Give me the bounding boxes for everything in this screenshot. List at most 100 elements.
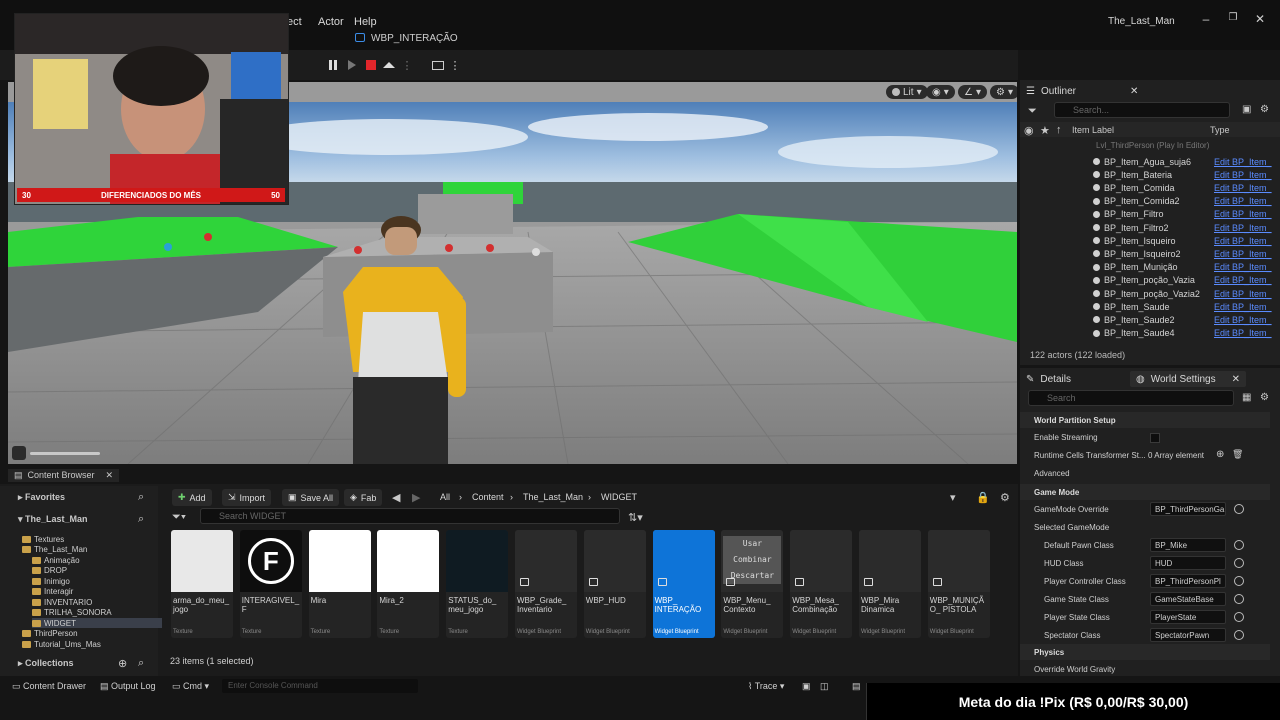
search-icon[interactable]: ⌕ — [138, 513, 144, 526]
minimize-icon[interactable]: – — [1198, 12, 1214, 26]
level-row[interactable]: Lvl_ThirdPerson (Play In Editor) — [1096, 141, 1209, 150]
gamemode-override-select[interactable]: BP_ThirdPersonGa — [1150, 502, 1226, 516]
asset-tile[interactable]: WBP_Grade_ Inventario Widget Blueprint — [515, 530, 577, 638]
menu-item-help[interactable]: Help — [354, 16, 377, 28]
content-drawer-button[interactable]: ▭ Content Drawer — [12, 681, 86, 692]
prop-select[interactable]: BP_Mike — [1150, 538, 1226, 552]
browse-icon[interactable] — [1234, 540, 1244, 550]
back-icon[interactable]: ◀ — [392, 491, 400, 504]
prop-select[interactable]: BP_ThirdPersonPl — [1150, 574, 1226, 588]
eject-icon[interactable] — [382, 58, 396, 72]
import-button[interactable]: ⇲ Import — [222, 489, 272, 506]
outliner-row[interactable]: BP_Item_Filtro2 Edit BP_Item_ — [1020, 221, 1280, 234]
asset-tile[interactable]: WBP_ INTERAÇÃO Widget Blueprint — [652, 530, 715, 638]
breadcrumb-project[interactable]: The_Last_Man — [523, 492, 583, 502]
gear-icon[interactable]: ⚙ — [1260, 392, 1269, 403]
folder-tree-item[interactable]: Animação — [32, 555, 80, 565]
outliner-row-type-link[interactable]: Edit BP_Item_ — [1214, 236, 1272, 246]
document-tab-wbp-interacao[interactable]: WBP_INTERAÇÃO — [355, 33, 458, 44]
menu-item-actor[interactable]: Actor — [318, 16, 344, 28]
browse-icon[interactable] — [1234, 504, 1244, 514]
outliner-row-type-link[interactable]: Edit BP_Item_ — [1214, 209, 1272, 219]
add-element-icon[interactable]: ⊕ — [1216, 449, 1224, 460]
outliner-row-type-link[interactable]: Edit BP_Item_ — [1214, 196, 1272, 206]
forward-icon[interactable]: ▶ — [412, 491, 420, 504]
screenshot-icon[interactable]: ◫ — [820, 681, 829, 692]
visibility-icon[interactable]: ◉ — [1024, 124, 1034, 137]
outliner-row-type-link[interactable]: Edit BP_Item_ — [1214, 157, 1272, 167]
trash-icon[interactable]: 🗑 — [1232, 449, 1243, 460]
asset-tile[interactable]: arma_do_meu_ jogo Texture — [171, 530, 233, 638]
more-options-icon[interactable]: ⋮ — [402, 58, 413, 72]
stop-icon[interactable] — [364, 58, 378, 72]
asset-tile[interactable]: STATUS_do_ meu_jogo Texture — [446, 530, 509, 638]
menu-item-select[interactable]: ect — [287, 16, 302, 28]
asset-search-input[interactable]: Search WIDGET — [200, 508, 620, 524]
outliner-row[interactable]: BP_Item_Isqueiro Edit BP_Item_ — [1020, 234, 1280, 247]
pause-icon[interactable] — [326, 58, 340, 72]
add-folder-icon[interactable]: ▣ — [1242, 104, 1251, 115]
collections-section[interactable]: ▸ Collections — [18, 658, 74, 669]
sort-icon[interactable]: ⇅▾ — [628, 511, 643, 524]
enable-streaming-checkbox[interactable] — [1150, 433, 1160, 443]
asset-tile[interactable]: F INTERAGIVEL_F Texture — [239, 530, 302, 638]
asset-tile[interactable]: Mira_2 Texture — [377, 530, 440, 638]
breadcrumb-widget[interactable]: WIDGET — [601, 492, 637, 502]
add-button[interactable]: ✚ Add — [172, 489, 212, 506]
outliner-row-type-link[interactable]: Edit BP_Item_ — [1214, 275, 1272, 285]
kebab-menu-icon[interactable]: ⋮ — [450, 58, 461, 72]
outliner-row-type-link[interactable]: Edit BP_Item_ — [1214, 328, 1272, 338]
outliner-row[interactable]: BP_Item_Isqueiro2 Edit BP_Item_ — [1020, 247, 1280, 260]
snap-button[interactable]: ∠ ▾ — [958, 85, 987, 99]
close-icon[interactable]: ✕ — [106, 470, 114, 481]
outliner-row-type-link[interactable]: Edit BP_Item_ — [1214, 289, 1272, 299]
browse-icon[interactable] — [1234, 576, 1244, 586]
outliner-row-type-link[interactable]: Edit BP_Item_ — [1214, 249, 1272, 259]
fab-button[interactable]: ◈ Fab — [344, 489, 383, 506]
prop-advanced[interactable]: Advanced — [1020, 466, 1280, 482]
viewport-options-icon[interactable] — [12, 446, 26, 460]
browse-icon[interactable] — [1234, 630, 1244, 640]
folder-tree-item[interactable]: WIDGET — [32, 618, 162, 628]
folder-tree-item[interactable]: TRILHA_SONORA — [32, 608, 112, 618]
viewport-settings-button[interactable]: ⚙ ▾ — [990, 85, 1017, 99]
outliner-row-type-link[interactable]: Edit BP_Item_ — [1214, 315, 1272, 325]
folder-tree-item[interactable]: The_Last_Man — [22, 545, 87, 555]
favorite-icon[interactable]: ★ — [1040, 124, 1050, 137]
prop-select[interactable]: PlayerState — [1150, 610, 1226, 624]
outliner-row[interactable]: BP_Item_Bateria Edit BP_Item_ — [1020, 168, 1280, 181]
folder-tree-item[interactable]: Tutorial_Ums_Mas — [22, 639, 101, 649]
output-log-button[interactable]: ▤ Output Log — [100, 681, 156, 692]
chevron-down-icon[interactable]: ▾ — [950, 491, 956, 504]
filter-icon[interactable]: ⏷ — [1028, 105, 1037, 118]
details-search-input[interactable]: Search — [1028, 390, 1234, 406]
console-input[interactable]: Enter Console Command — [222, 679, 418, 693]
folder-tree-item[interactable]: INVENTARIO — [32, 597, 92, 607]
outliner-row[interactable]: BP_Item_Agua_suja6 Edit BP_Item_ — [1020, 155, 1280, 168]
trace-button[interactable]: ⌇ Trace ▾ — [748, 681, 784, 692]
folder-tree-item[interactable]: ThirdPerson — [22, 629, 78, 639]
pin-icon[interactable]: ↑ — [1056, 124, 1062, 136]
project-section[interactable]: ▾ The_Last_Man — [18, 514, 88, 525]
tab-details[interactable]: ✎ Details — [1026, 371, 1071, 387]
outliner-row[interactable]: BP_Item_Filtro Edit BP_Item_ — [1020, 208, 1280, 221]
outliner-row[interactable]: BP_Item_Munição Edit BP_Item_ — [1020, 261, 1280, 274]
tab-content-browser[interactable]: ▤ Content Browser ✕ — [8, 469, 120, 482]
outliner-row-type-link[interactable]: Edit BP_Item_ — [1214, 223, 1272, 233]
show-flags-button[interactable]: ◉ ▾ — [926, 85, 955, 99]
folder-tree-item[interactable]: Textures — [22, 534, 64, 544]
column-item-label[interactable]: Item Label — [1072, 125, 1114, 135]
gear-icon[interactable]: ⚙ — [1000, 491, 1010, 504]
close-icon[interactable]: ✕ — [1252, 12, 1268, 26]
browse-icon[interactable] — [1234, 594, 1244, 604]
outliner-row[interactable]: BP_Item_poção_Vazia Edit BP_Item_ — [1020, 274, 1280, 287]
section-world-partition[interactable]: World Partition Setup — [1020, 412, 1270, 428]
folder-tree-item[interactable]: Interagir — [32, 587, 73, 597]
asset-tile[interactable]: WBP_HUD Widget Blueprint — [583, 530, 646, 638]
table-view-icon[interactable]: ▦ — [1242, 392, 1251, 403]
prop-select[interactable]: SpectatorPawn — [1150, 628, 1226, 642]
platforms-icon[interactable] — [430, 58, 446, 72]
lock-icon[interactable]: 🔒 — [976, 491, 990, 504]
gear-icon[interactable]: ⚙ — [1260, 104, 1269, 115]
browse-icon[interactable] — [1234, 558, 1244, 568]
